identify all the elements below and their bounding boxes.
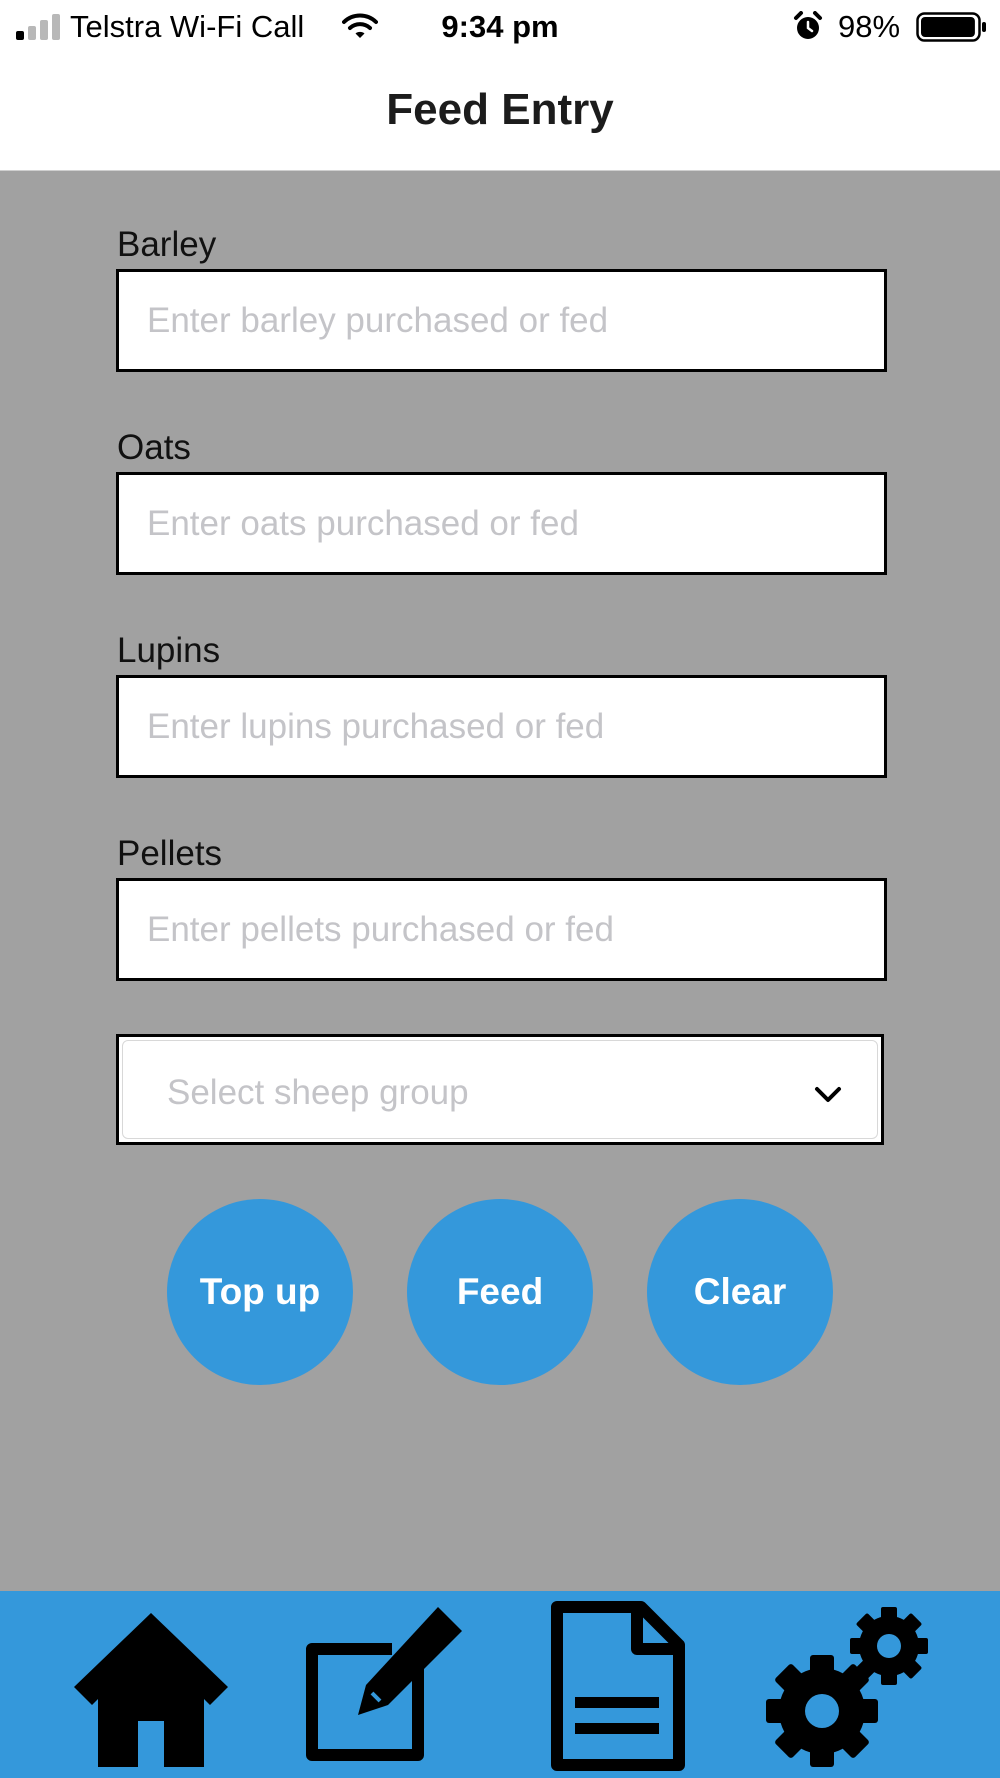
oats-input[interactable] [116,472,887,575]
pellets-label: Pellets [117,834,223,873]
tab-settings[interactable] [762,1601,932,1771]
lupins-label: Lupins [117,631,221,670]
edit-icon [306,1607,462,1761]
clear-button[interactable]: Clear [647,1199,833,1385]
barley-input[interactable] [116,269,887,372]
barley-label: Barley [117,225,217,264]
battery-icon [916,12,986,42]
page-title: Feed Entry [386,85,614,134]
settings-icon [766,1607,928,1767]
tab-home[interactable] [66,1601,236,1771]
document-icon [551,1601,685,1771]
sheep-group-select-inner: Select sheep group [122,1040,878,1139]
oats-label: Oats [117,428,191,467]
chevron-down-icon [815,1087,841,1102]
home-icon [74,1613,228,1767]
lupins-input[interactable] [116,675,887,778]
top-up-button[interactable]: Top up [167,1199,353,1385]
header: Feed Entry [0,54,1000,171]
sheep-group-placeholder: Select sheep group [167,1073,469,1112]
battery-percent: 98% [838,9,901,44]
tab-document[interactable] [545,1601,695,1771]
feed-button[interactable]: Feed [407,1199,593,1385]
sheep-group-select[interactable]: Select sheep group [116,1034,884,1145]
pellets-input[interactable] [116,878,887,981]
alarm-icon [794,11,822,39]
bottom-tab-bar [0,1591,1000,1778]
tab-edit[interactable] [300,1601,470,1771]
status-bar: Telstra Wi-Fi Call 9:34 pm 98% [0,0,1000,54]
